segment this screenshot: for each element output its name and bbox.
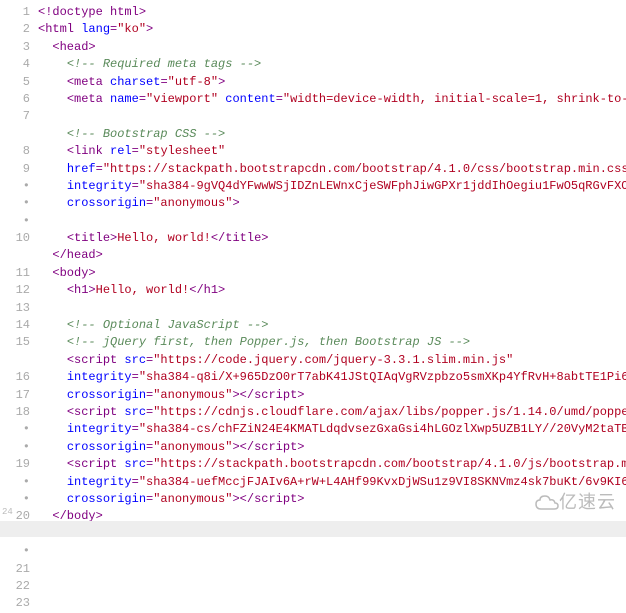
line-number: • bbox=[0, 543, 30, 560]
code-line: <!-- jQuery first, then Popper.js, then … bbox=[38, 334, 626, 351]
code-line: <!-- Optional JavaScript --> bbox=[38, 317, 626, 334]
code-line: crossorigin="anonymous"></script> bbox=[38, 387, 626, 404]
line-number: 13 bbox=[0, 300, 30, 317]
code-line bbox=[38, 543, 626, 560]
line-number: 23 bbox=[0, 595, 30, 612]
extra-line-number: 24 bbox=[2, 506, 13, 519]
line-number: 18 bbox=[0, 404, 30, 421]
code-line: <!-- Bootstrap CSS --> bbox=[38, 126, 626, 143]
code-line: <!doctype html> bbox=[38, 4, 626, 21]
line-number: 6 bbox=[0, 91, 30, 108]
line-number: 5 bbox=[0, 74, 30, 91]
line-number: • bbox=[0, 213, 30, 230]
code-line: <meta name="viewport" content="width=dev… bbox=[38, 91, 626, 108]
code-line: integrity="sha384-cs/chFZiN24E4KMATLdqdv… bbox=[38, 421, 626, 438]
line-number: 1 bbox=[0, 4, 30, 21]
line-number: 2 bbox=[0, 21, 30, 38]
line-number: 10 bbox=[0, 230, 30, 247]
code-line bbox=[38, 108, 626, 125]
code-line: <meta charset="utf-8"> bbox=[38, 74, 626, 91]
watermark: 亿速云 bbox=[535, 489, 616, 515]
code-line bbox=[38, 213, 626, 230]
line-number: 3 bbox=[0, 39, 30, 56]
status-bar bbox=[0, 521, 626, 537]
line-number: 21 bbox=[0, 561, 30, 578]
line-number: 8 bbox=[0, 143, 30, 160]
line-number bbox=[0, 247, 30, 264]
code-line bbox=[38, 300, 626, 317]
code-line: <!-- Required meta tags --> bbox=[38, 56, 626, 73]
code-line: <html lang="ko"> bbox=[38, 21, 626, 38]
code-line: <link rel="stylesheet" bbox=[38, 143, 626, 160]
line-number: 9 bbox=[0, 161, 30, 178]
line-number: 14 bbox=[0, 317, 30, 334]
line-number: 16 bbox=[0, 369, 30, 386]
code-line: <h1>Hello, world!</h1> bbox=[38, 282, 626, 299]
line-number: 12 bbox=[0, 282, 30, 299]
line-number: • bbox=[0, 439, 30, 456]
line-number: • bbox=[0, 178, 30, 195]
code-line: <script src="https://code.jquery.com/jqu… bbox=[38, 352, 626, 369]
code-line: <title>Hello, world!</title> bbox=[38, 230, 626, 247]
line-number: • bbox=[0, 421, 30, 438]
line-number: 17 bbox=[0, 387, 30, 404]
code-line: </head> bbox=[38, 247, 626, 264]
watermark-text: 亿速云 bbox=[559, 492, 616, 512]
line-number: 22 bbox=[0, 578, 30, 595]
line-number: 19 bbox=[0, 456, 30, 473]
line-number: • bbox=[0, 474, 30, 491]
code-line: integrity="sha384-q8i/X+965DzO0rT7abK41J… bbox=[38, 369, 626, 386]
line-number: • bbox=[0, 195, 30, 212]
line-number: 15 bbox=[0, 334, 30, 351]
code-line: <script src="https://stackpath.bootstrap… bbox=[38, 456, 626, 473]
code-line: integrity="sha384-9gVQ4dYFwwWSjIDZnLEWnx… bbox=[38, 178, 626, 195]
code-line: <script src="https://cdnjs.cloudflare.co… bbox=[38, 404, 626, 421]
code-line: crossorigin="anonymous"></script> bbox=[38, 439, 626, 456]
code-line: <head> bbox=[38, 39, 626, 56]
code-line: crossorigin="anonymous"> bbox=[38, 195, 626, 212]
line-number bbox=[0, 352, 30, 369]
code-line: href="https://stackpath.bootstrapcdn.com… bbox=[38, 161, 626, 178]
code-line: <body> bbox=[38, 265, 626, 282]
line-number: 4 bbox=[0, 56, 30, 73]
line-number: 11 bbox=[0, 265, 30, 282]
cloud-icon bbox=[535, 493, 559, 513]
line-number: 7 bbox=[0, 108, 30, 125]
line-number bbox=[0, 126, 30, 143]
